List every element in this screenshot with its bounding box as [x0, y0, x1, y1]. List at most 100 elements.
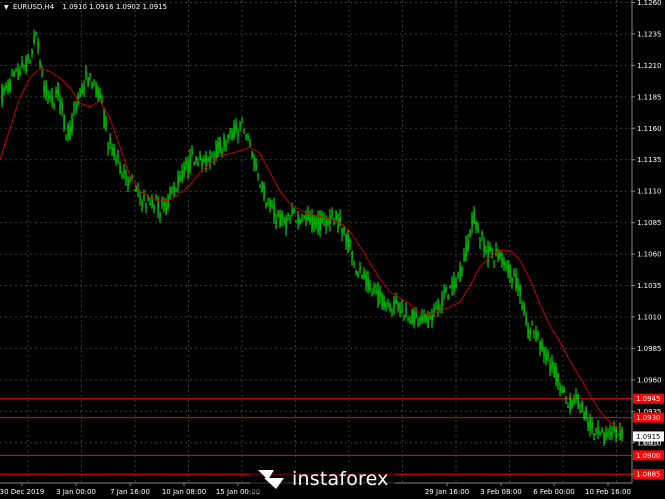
- candle-body: [371, 292, 373, 294]
- candle-body: [11, 74, 13, 77]
- candle-body: [515, 274, 517, 288]
- candle-body: [173, 186, 175, 197]
- candle-body: [419, 318, 421, 321]
- time-tick-label: 3 Jan 00:00: [56, 488, 96, 496]
- candle-body: [381, 294, 383, 307]
- price-tick-label: 1.1210: [637, 62, 662, 70]
- candle-body: [63, 115, 65, 130]
- candle-body: [401, 306, 403, 308]
- candle-body: [359, 266, 361, 270]
- candle-body: [397, 302, 399, 310]
- candle-body: [561, 389, 563, 394]
- candle-body: [5, 84, 7, 89]
- candle-body: [471, 216, 473, 227]
- candle-body: [455, 284, 457, 288]
- candle-body: [271, 205, 273, 208]
- candle-body: [159, 213, 161, 216]
- candle-body: [249, 145, 251, 147]
- level-label: 1.0900: [636, 452, 661, 460]
- candle-body: [511, 277, 513, 282]
- candle-body: [425, 315, 427, 323]
- candle-body: [363, 272, 365, 279]
- candle-body: [45, 81, 47, 96]
- candle-body: [39, 61, 41, 66]
- candle-body: [537, 333, 539, 335]
- candle-body: [281, 213, 283, 220]
- candle-body: [523, 303, 525, 313]
- candle-body: [107, 147, 109, 149]
- candle-body: [611, 433, 613, 435]
- candle-body: [313, 218, 315, 227]
- candle-body: [569, 396, 571, 410]
- candle-body: [473, 209, 475, 225]
- candle-body: [553, 365, 555, 378]
- candle-body: [161, 201, 163, 206]
- candle-body: [289, 215, 291, 217]
- candle-body: [179, 175, 181, 181]
- candle-body: [25, 56, 27, 72]
- candle-body: [13, 71, 15, 76]
- candle-body: [459, 267, 461, 282]
- time-tick-label: 10 Feb 16:00: [585, 488, 631, 496]
- time-tick-label: 29 Jan 16:00: [425, 488, 469, 496]
- candle-body: [143, 196, 145, 198]
- candle-body: [529, 327, 531, 334]
- candle-body: [255, 163, 257, 169]
- level-label: 1.0930: [636, 414, 661, 422]
- candle-body: [103, 110, 105, 128]
- candle-body: [439, 311, 441, 313]
- candle-body: [125, 176, 127, 179]
- candle-body: [333, 220, 335, 224]
- candle-body: [57, 83, 59, 96]
- price-tick-label: 1.1135: [637, 156, 662, 164]
- candle-body: [319, 214, 321, 231]
- candle-body: [403, 317, 405, 319]
- price-tick-label: 1.1160: [637, 125, 662, 133]
- candle-body: [469, 231, 471, 238]
- candle-body: [391, 309, 393, 311]
- candle-body: [365, 274, 367, 285]
- candle-body: [73, 108, 75, 110]
- candle-body: [87, 76, 89, 86]
- candle-body: [463, 254, 465, 261]
- candle-body: [163, 202, 165, 207]
- candle-body: [541, 341, 543, 352]
- candle-body: [59, 101, 61, 109]
- candle-body: [341, 227, 343, 234]
- logo-text: instaforex: [292, 468, 389, 490]
- candle-body: [65, 138, 67, 140]
- candle-body: [505, 265, 507, 269]
- candle-body: [549, 364, 551, 371]
- candle-body: [449, 287, 451, 289]
- level-label: 1.0945: [636, 395, 661, 403]
- time-tick-label: 10 Jan 08:00: [162, 488, 206, 496]
- candle-body: [61, 105, 63, 111]
- candle-body: [55, 89, 57, 94]
- candle-body: [285, 217, 287, 230]
- candle-body: [279, 214, 281, 226]
- candle-body: [201, 159, 203, 165]
- candle-body: [237, 133, 239, 137]
- candle-body: [209, 156, 211, 164]
- candle-body: [3, 87, 5, 92]
- time-tick-label: 30 Dec 2019: [0, 488, 44, 496]
- candle-body: [115, 161, 117, 163]
- candle-body: [577, 394, 579, 409]
- candle-body: [389, 303, 391, 311]
- candle-body: [477, 226, 479, 231]
- candle-body: [221, 151, 223, 154]
- candle-body: [35, 31, 37, 34]
- candle-body: [351, 250, 353, 259]
- candle-body: [317, 216, 319, 232]
- candle-body: [243, 129, 245, 131]
- candle-body: [259, 184, 261, 187]
- candle-body: [599, 433, 601, 435]
- candle-body: [241, 121, 243, 123]
- candle-body: [451, 281, 453, 289]
- candle-body: [197, 164, 199, 166]
- candle-body: [167, 196, 169, 208]
- candle-body: [461, 267, 463, 271]
- candle-body: [183, 166, 185, 174]
- candle-body: [491, 249, 493, 256]
- candle-body: [567, 407, 569, 409]
